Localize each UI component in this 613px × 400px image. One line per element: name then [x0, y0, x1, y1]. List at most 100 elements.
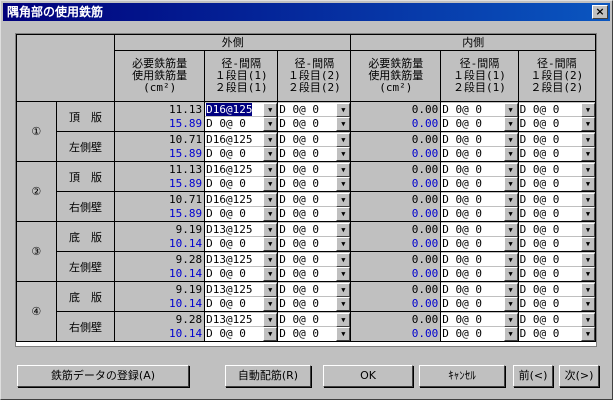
rebar-dropdown[interactable]: D 0@ 0 ▼	[441, 282, 518, 297]
dropdown-arrow-icon[interactable]: ▼	[336, 252, 350, 267]
rebar-dropdown[interactable]: D 0@ 0 ▼	[441, 326, 518, 341]
rebar-dropdown[interactable]: D 0@ 0 ▼	[278, 192, 350, 207]
dropdown-arrow-icon[interactable]: ▼	[263, 102, 277, 117]
rebar-dropdown[interactable]: D 0@ 0 ▼	[278, 116, 350, 131]
rebar-dropdown[interactable]: D 0@ 0 ▼	[278, 222, 350, 237]
dropdown-arrow-icon[interactable]: ▼	[581, 326, 595, 341]
dropdown-arrow-icon[interactable]: ▼	[336, 206, 350, 221]
dropdown-arrow-icon[interactable]: ▼	[336, 326, 350, 341]
rebar-dropdown[interactable]: D 0@ 0 ▼	[441, 296, 518, 311]
auto-arrange-button[interactable]: 自動配筋(R)	[225, 365, 311, 387]
dropdown-arrow-icon[interactable]: ▼	[581, 266, 595, 281]
rebar-dropdown[interactable]: D 0@ 0 ▼	[278, 162, 350, 177]
dropdown-arrow-icon[interactable]: ▼	[336, 296, 350, 311]
dropdown-arrow-icon[interactable]: ▼	[336, 222, 350, 237]
rebar-dropdown[interactable]: D 0@ 0 ▼	[278, 326, 350, 341]
dropdown-arrow-icon[interactable]: ▼	[581, 312, 595, 327]
dropdown-arrow-icon[interactable]: ▼	[503, 282, 518, 297]
dropdown-arrow-icon[interactable]: ▼	[503, 102, 518, 117]
rebar-dropdown[interactable]: D16@125 ▼	[205, 132, 277, 147]
next-button[interactable]: 次(>)	[559, 365, 599, 387]
rebar-dropdown[interactable]: D13@125 ▼	[205, 312, 277, 327]
dropdown-arrow-icon[interactable]: ▼	[263, 296, 277, 311]
dropdown-arrow-icon[interactable]: ▼	[581, 162, 595, 177]
rebar-dropdown[interactable]: D 0@ 0 ▼	[441, 236, 518, 251]
dropdown-arrow-icon[interactable]: ▼	[581, 102, 595, 117]
dropdown-arrow-icon[interactable]: ▼	[503, 266, 518, 281]
rebar-dropdown[interactable]: D 0@ 0 ▼	[519, 192, 595, 207]
rebar-dropdown[interactable]: D 0@ 0 ▼	[278, 282, 350, 297]
dropdown-arrow-icon[interactable]: ▼	[503, 222, 518, 237]
dropdown-arrow-icon[interactable]: ▼	[263, 162, 277, 177]
rebar-dropdown[interactable]: D16@125 ▼	[205, 102, 277, 117]
dropdown-arrow-icon[interactable]: ▼	[336, 236, 350, 251]
dropdown-arrow-icon[interactable]: ▼	[263, 116, 277, 131]
dropdown-arrow-icon[interactable]: ▼	[336, 312, 350, 327]
rebar-dropdown[interactable]: D 0@ 0 ▼	[441, 312, 518, 327]
dropdown-arrow-icon[interactable]: ▼	[263, 252, 277, 267]
dropdown-arrow-icon[interactable]: ▼	[581, 116, 595, 131]
rebar-dropdown[interactable]: D13@125 ▼	[205, 222, 277, 237]
dropdown-arrow-icon[interactable]: ▼	[336, 282, 350, 297]
rebar-dropdown[interactable]: D 0@ 0 ▼	[205, 116, 277, 131]
rebar-dropdown[interactable]: D 0@ 0 ▼	[441, 146, 518, 161]
dropdown-arrow-icon[interactable]: ▼	[503, 326, 518, 341]
dropdown-arrow-icon[interactable]: ▼	[336, 102, 350, 117]
rebar-dropdown[interactable]: D 0@ 0 ▼	[441, 252, 518, 267]
rebar-dropdown[interactable]: D 0@ 0 ▼	[519, 252, 595, 267]
rebar-dropdown[interactable]: D 0@ 0 ▼	[205, 326, 277, 341]
dropdown-arrow-icon[interactable]: ▼	[503, 162, 518, 177]
dropdown-arrow-icon[interactable]: ▼	[503, 192, 518, 207]
rebar-dropdown[interactable]: D 0@ 0 ▼	[519, 282, 595, 297]
rebar-dropdown[interactable]: D 0@ 0 ▼	[519, 102, 595, 117]
dropdown-arrow-icon[interactable]: ▼	[503, 132, 518, 147]
rebar-dropdown[interactable]: D 0@ 0 ▼	[205, 296, 277, 311]
dropdown-arrow-icon[interactable]: ▼	[581, 236, 595, 251]
dropdown-arrow-icon[interactable]: ▼	[503, 116, 518, 131]
rebar-dropdown[interactable]: D 0@ 0 ▼	[519, 236, 595, 251]
rebar-dropdown[interactable]: D 0@ 0 ▼	[205, 266, 277, 281]
dropdown-arrow-icon[interactable]: ▼	[263, 176, 277, 191]
rebar-dropdown[interactable]: D 0@ 0 ▼	[441, 132, 518, 147]
prev-button[interactable]: 前(<)	[513, 365, 553, 387]
rebar-dropdown[interactable]: D 0@ 0 ▼	[519, 116, 595, 131]
rebar-dropdown[interactable]: D13@125 ▼	[205, 282, 277, 297]
dropdown-arrow-icon[interactable]: ▼	[336, 132, 350, 147]
rebar-dropdown[interactable]: D13@125 ▼	[205, 252, 277, 267]
dropdown-arrow-icon[interactable]: ▼	[581, 252, 595, 267]
dropdown-arrow-icon[interactable]: ▼	[336, 192, 350, 207]
dropdown-arrow-icon[interactable]: ▼	[263, 236, 277, 251]
rebar-dropdown[interactable]: D 0@ 0 ▼	[441, 206, 518, 221]
rebar-dropdown[interactable]: D 0@ 0 ▼	[441, 116, 518, 131]
rebar-dropdown[interactable]: D 0@ 0 ▼	[278, 266, 350, 281]
dropdown-arrow-icon[interactable]: ▼	[581, 192, 595, 207]
dropdown-arrow-icon[interactable]: ▼	[581, 282, 595, 297]
dropdown-arrow-icon[interactable]: ▼	[503, 176, 518, 191]
dropdown-arrow-icon[interactable]: ▼	[503, 252, 518, 267]
rebar-dropdown[interactable]: D 0@ 0 ▼	[441, 192, 518, 207]
rebar-dropdown[interactable]: D 0@ 0 ▼	[519, 222, 595, 237]
rebar-dropdown[interactable]: D 0@ 0 ▼	[278, 206, 350, 221]
dropdown-arrow-icon[interactable]: ▼	[581, 222, 595, 237]
rebar-dropdown[interactable]: D 0@ 0 ▼	[519, 312, 595, 327]
rebar-dropdown[interactable]: D 0@ 0 ▼	[278, 296, 350, 311]
dropdown-arrow-icon[interactable]: ▼	[581, 132, 595, 147]
rebar-dropdown[interactable]: D 0@ 0 ▼	[278, 176, 350, 191]
close-button[interactable]: ×	[592, 5, 608, 19]
rebar-dropdown[interactable]: D 0@ 0 ▼	[205, 176, 277, 191]
rebar-dropdown[interactable]: D 0@ 0 ▼	[441, 162, 518, 177]
rebar-dropdown[interactable]: D 0@ 0 ▼	[519, 162, 595, 177]
rebar-dropdown[interactable]: D 0@ 0 ▼	[519, 266, 595, 281]
rebar-dropdown[interactable]: D 0@ 0 ▼	[278, 132, 350, 147]
rebar-dropdown[interactable]: D 0@ 0 ▼	[278, 102, 350, 117]
dropdown-arrow-icon[interactable]: ▼	[336, 266, 350, 281]
rebar-dropdown[interactable]: D 0@ 0 ▼	[519, 296, 595, 311]
dropdown-arrow-icon[interactable]: ▼	[263, 282, 277, 297]
dropdown-arrow-icon[interactable]: ▼	[336, 116, 350, 131]
dropdown-arrow-icon[interactable]: ▼	[263, 222, 277, 237]
rebar-dropdown[interactable]: D 0@ 0 ▼	[441, 176, 518, 191]
dropdown-arrow-icon[interactable]: ▼	[336, 176, 350, 191]
cancel-button[interactable]: ｷｬﾝｾﾙ	[419, 365, 505, 387]
rebar-dropdown[interactable]: D 0@ 0 ▼	[278, 312, 350, 327]
dropdown-arrow-icon[interactable]: ▼	[263, 312, 277, 327]
